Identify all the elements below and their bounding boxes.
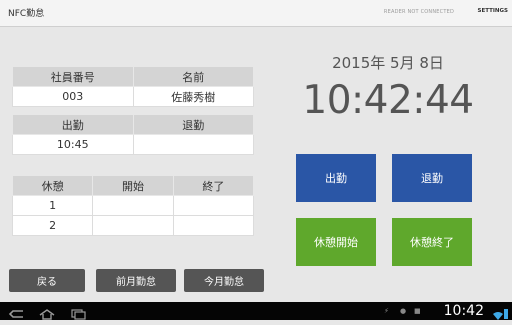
- home-nav-icon[interactable]: [38, 305, 56, 320]
- system-navigation-bar: ⚡ ● ■ 10:42: [0, 302, 512, 320]
- break-end-button[interactable]: 休憩終了: [392, 218, 472, 266]
- break-number: 1: [11, 195, 94, 216]
- attendance-table: 出勤 退勤 10:45: [12, 114, 254, 155]
- settings-button[interactable]: SETTINGS: [478, 8, 508, 14]
- system-clock: 10:42: [443, 303, 484, 319]
- break-header: 休憩: [11, 175, 94, 196]
- break-end-value: [172, 215, 255, 236]
- title-bar: NFC勤怠 READER NOT CONNECTED SETTINGS: [0, 0, 512, 27]
- this-month-button[interactable]: 今月勤怠: [184, 269, 264, 292]
- employee-table: 社員番号 名前 003 佐藤秀樹: [12, 66, 254, 107]
- clock-out-header: 退勤: [132, 114, 254, 135]
- employee-name-header: 名前: [132, 66, 254, 87]
- usb-icon: ⚡: [384, 307, 389, 315]
- current-time: 10:42:44: [302, 78, 474, 123]
- back-button[interactable]: 戻る: [9, 269, 85, 292]
- battery-icon: [503, 305, 509, 319]
- notification-icon: ■: [414, 307, 421, 315]
- break-end-header: 終了: [172, 175, 255, 196]
- clock-out-value: [132, 134, 254, 155]
- current-date: 2015年 5月 8日: [332, 54, 444, 72]
- break-start-value: [92, 215, 174, 236]
- android-icon: ●: [400, 307, 407, 315]
- employee-id-header: 社員番号: [12, 66, 134, 87]
- break-start-header: 開始: [92, 175, 174, 196]
- clock-in-value: 10:45: [12, 134, 134, 155]
- clock-in-button[interactable]: 出勤: [296, 154, 376, 202]
- recent-apps-icon[interactable]: [70, 305, 86, 320]
- app-title: NFC勤怠: [8, 9, 45, 19]
- employee-id-value: 003: [12, 86, 134, 107]
- back-nav-icon[interactable]: [8, 305, 26, 318]
- break-end-value: [172, 195, 255, 216]
- table-row: 1: [11, 195, 255, 216]
- reader-status: READER NOT CONNECTED: [383, 9, 454, 15]
- clock-out-button[interactable]: 退勤: [392, 154, 472, 202]
- break-start-value: [92, 195, 174, 216]
- employee-name-value: 佐藤秀樹: [132, 86, 254, 107]
- break-table: 休憩 開始 終了 1 2: [11, 175, 255, 236]
- table-row: 2: [11, 215, 255, 236]
- clock-in-header: 出勤: [12, 114, 134, 135]
- previous-month-button[interactable]: 前月勤怠: [96, 269, 176, 292]
- break-start-button[interactable]: 休憩開始: [296, 218, 376, 266]
- break-number: 2: [11, 215, 94, 236]
